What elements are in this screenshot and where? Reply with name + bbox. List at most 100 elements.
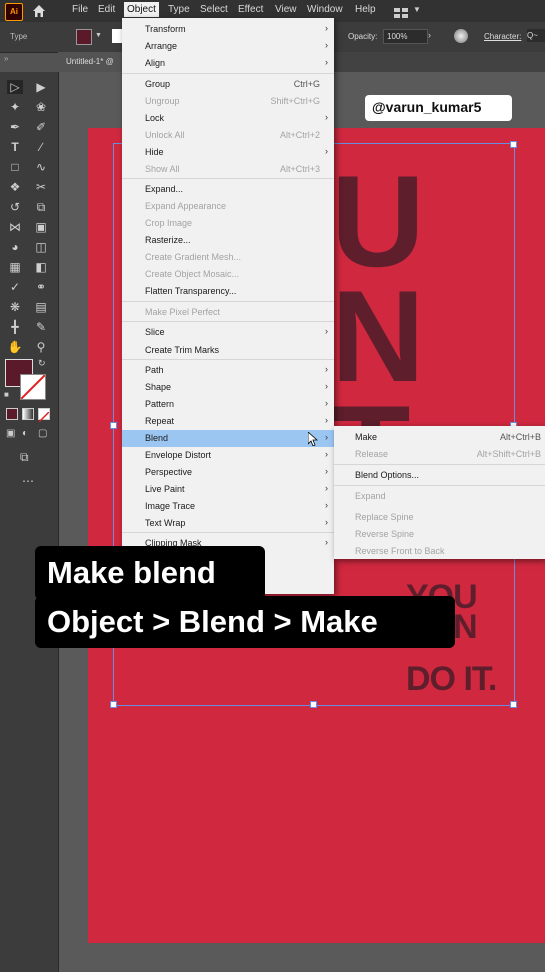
color-mode-icon[interactable] <box>6 408 18 420</box>
blend-tool-icon[interactable]: ⚭ <box>33 280 49 294</box>
menu-select[interactable]: Select <box>200 4 228 15</box>
fill-swatch[interactable] <box>76 29 92 45</box>
selection-handle[interactable] <box>510 701 517 708</box>
selection-handle[interactable] <box>510 141 517 148</box>
menu-type[interactable]: Type <box>168 4 190 15</box>
selection-tool-icon[interactable]: ▷ <box>7 80 23 94</box>
gradient-tool-icon[interactable]: ◧ <box>33 260 49 274</box>
draw-inside-icon[interactable]: ▢ <box>38 428 47 439</box>
blend-item-reverse-spine[interactable]: Reverse Spine <box>334 526 545 543</box>
menu-item-align[interactable]: Align › <box>122 55 334 72</box>
blend-item-expand[interactable]: Expand <box>334 488 545 505</box>
home-icon[interactable] <box>31 3 47 19</box>
draw-behind-icon[interactable]: ◐ <box>22 428 28 439</box>
artboard-tool-icon[interactable]: ╋ <box>7 320 23 334</box>
menu-item-expand-appearance[interactable]: Expand Appearance <box>122 198 334 215</box>
menu-item-image-trace[interactable]: Image Trace › <box>122 498 334 515</box>
recolor-icon[interactable] <box>454 29 468 43</box>
menu-item-perspective[interactable]: Perspective › <box>122 464 334 481</box>
scissors-tool-icon[interactable]: ✂ <box>33 180 49 194</box>
blend-item-make[interactable]: Make Alt+Ctrl+B <box>334 429 545 446</box>
symbol-sprayer-tool-icon[interactable]: ❋ <box>7 300 23 314</box>
menu-item-arrange[interactable]: Arrange › <box>122 38 334 55</box>
font-search-input[interactable]: Q~ <box>527 29 545 42</box>
selection-handle[interactable] <box>110 422 117 429</box>
direct-selection-tool-icon[interactable]: ▶ <box>33 80 49 94</box>
zoom-tool-icon[interactable]: ⚲ <box>33 340 49 354</box>
perspective-grid-tool-icon[interactable]: ◫ <box>33 240 49 254</box>
menu-item-transform[interactable]: Transform › <box>122 21 334 38</box>
menu-window[interactable]: Window <box>307 4 343 15</box>
shape-builder-tool-icon[interactable]: ◕ <box>7 240 23 254</box>
opacity-input[interactable]: 100% <box>383 29 428 44</box>
stroke-swatch[interactable] <box>112 29 122 43</box>
menu-item-create-object-mosaic[interactable]: Create Object Mosaic... <box>122 266 334 283</box>
menu-edit[interactable]: Edit <box>98 4 115 15</box>
menu-item-crop-image[interactable]: Crop Image <box>122 215 334 232</box>
gradient-mode-icon[interactable] <box>22 408 34 420</box>
rotate-tool-icon[interactable]: ↺ <box>7 200 23 214</box>
menu-item-expand[interactable]: Expand... <box>122 181 334 198</box>
chevron-right-icon[interactable]: › <box>428 30 431 40</box>
menu-item-rasterize[interactable]: Rasterize... <box>122 232 334 249</box>
menu-item-pattern[interactable]: Pattern › <box>122 396 334 413</box>
menu-item-live-paint[interactable]: Live Paint › <box>122 481 334 498</box>
eyedropper-tool-icon[interactable]: ✓ <box>7 280 23 294</box>
menu-item-create-gradient-mesh[interactable]: Create Gradient Mesh... <box>122 249 334 266</box>
slice-tool-icon[interactable]: ✎ <box>33 320 49 334</box>
menu-item-ungroup[interactable]: Ungroup Shift+Ctrl+G <box>122 93 334 110</box>
character-label[interactable]: Character: <box>484 32 521 41</box>
lasso-tool-icon[interactable]: ❀ <box>33 100 49 114</box>
shaper-tool-icon[interactable]: ❖ <box>7 180 23 194</box>
swap-colors-icon[interactable]: ↻ <box>38 358 46 369</box>
menu-item-repeat[interactable]: Repeat › <box>122 413 334 430</box>
menu-item-lock[interactable]: Lock › <box>122 110 334 127</box>
menu-item-envelope-distort[interactable]: Envelope Distort › <box>122 447 334 464</box>
hand-tool-icon[interactable]: ✋ <box>7 340 23 354</box>
scale-tool-icon[interactable]: ⧉ <box>33 200 49 214</box>
blend-item-replace-spine[interactable]: Replace Spine <box>334 509 545 526</box>
chevron-down-icon[interactable]: ▼ <box>95 32 102 39</box>
none-mode-icon[interactable] <box>38 408 50 423</box>
line-tool-icon[interactable]: ∕ <box>33 140 49 154</box>
mesh-tool-icon[interactable]: ▦ <box>7 260 23 274</box>
menu-item-slice[interactable]: Slice › <box>122 324 334 341</box>
menu-object[interactable]: Object <box>124 2 159 17</box>
menu-item-make-pixel-perfect[interactable]: Make Pixel Perfect <box>122 304 334 321</box>
magic-wand-tool-icon[interactable]: ✦ <box>7 100 23 114</box>
document-tab[interactable]: Untitled-1* @ <box>58 52 130 72</box>
workspace-switcher-icon[interactable] <box>394 5 408 18</box>
menu-item-shape[interactable]: Shape › <box>122 379 334 396</box>
free-transform-tool-icon[interactable]: ▣ <box>33 220 49 234</box>
curvature-tool-icon[interactable]: ✐ <box>33 120 49 134</box>
menu-file[interactable]: File <box>72 4 88 15</box>
stroke-color-swatch[interactable] <box>20 374 46 400</box>
paintbrush-tool-icon[interactable]: ∿ <box>33 160 49 174</box>
blend-item-release[interactable]: Release Alt+Shift+Ctrl+B <box>334 446 545 463</box>
blend-item-blend-options[interactable]: Blend Options... <box>334 467 545 484</box>
panel-collapse-icon[interactable]: » <box>4 54 8 63</box>
menu-item-hide[interactable]: Hide › <box>122 144 334 161</box>
menu-item-text-wrap[interactable]: Text Wrap › <box>122 515 334 532</box>
menu-item-flatten-transparency[interactable]: Flatten Transparency... <box>122 283 334 300</box>
menu-item-blend[interactable]: Blend › <box>122 430 334 447</box>
menu-item-group[interactable]: Group Ctrl+G <box>122 76 334 93</box>
column-graph-tool-icon[interactable]: ▤ <box>33 300 49 314</box>
menu-effect[interactable]: Effect <box>238 4 263 15</box>
default-colors-icon[interactable]: ■ <box>4 390 9 399</box>
type-tool-icon[interactable]: T <box>7 140 23 154</box>
rectangle-tool-icon[interactable]: □ <box>7 160 23 174</box>
screen-mode-icon[interactable]: ⧉ <box>20 450 29 465</box>
width-tool-icon[interactable]: ⋈ <box>7 220 23 234</box>
selection-handle[interactable] <box>310 701 317 708</box>
menu-item-path[interactable]: Path › <box>122 362 334 379</box>
draw-mode-icon[interactable]: ▣ <box>6 428 15 439</box>
menu-view[interactable]: View <box>275 4 297 15</box>
menu-help[interactable]: Help <box>355 4 376 15</box>
menu-item-unlock-all[interactable]: Unlock All Alt+Ctrl+2 <box>122 127 334 144</box>
pen-tool-icon[interactable]: ✒ <box>7 120 23 134</box>
chevron-down-icon[interactable]: ▼ <box>413 5 421 14</box>
blend-item-reverse-front-to-back[interactable]: Reverse Front to Back <box>334 543 545 560</box>
selection-handle[interactable] <box>110 701 117 708</box>
menu-item-create-trim-marks[interactable]: Create Trim Marks <box>122 342 334 359</box>
